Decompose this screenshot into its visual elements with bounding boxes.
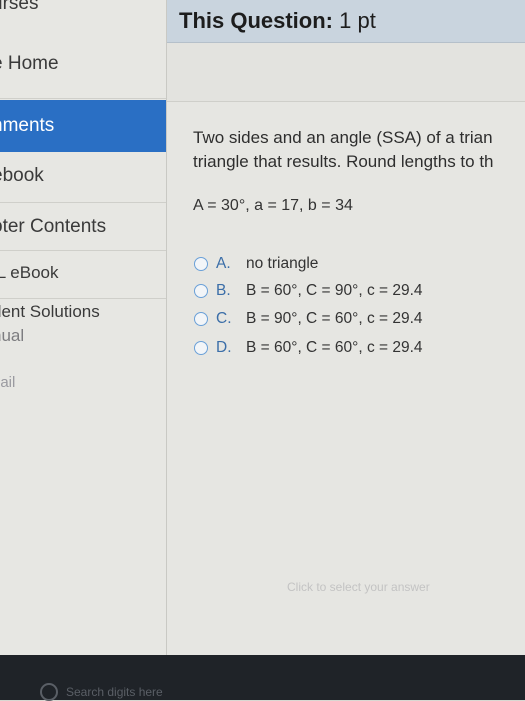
sidebar-item-courses[interactable]: urses bbox=[0, 0, 166, 28]
sidebar-item-label: dent Solutions bbox=[0, 302, 100, 321]
question-label: This Question: bbox=[179, 8, 333, 33]
sidebar-item-full-ebook[interactable]: IL eBook bbox=[0, 249, 166, 297]
question-line-1: Two sides and an angle (SSA) of a trian bbox=[193, 128, 493, 147]
search-icon bbox=[40, 683, 58, 701]
question-panel: Two sides and an angle (SSA) of a trian … bbox=[167, 102, 525, 655]
sidebar-item-home[interactable]: e Home bbox=[0, 40, 166, 88]
option-text: no triangle bbox=[246, 255, 319, 272]
option-letter: A. bbox=[216, 255, 231, 272]
page-title: This Question: 1 pt bbox=[179, 8, 376, 34]
sidebar-item-chapter-contents[interactable]: oter Contents bbox=[0, 203, 166, 251]
points-label: 1 pt bbox=[333, 8, 376, 33]
option-text: B = 90°, C = 60°, c = 29.4 bbox=[246, 310, 423, 327]
answer-option-b[interactable]: B. B = 60°, C = 90°, c = 29.4 bbox=[194, 282, 423, 300]
search-placeholder: Search digits here bbox=[66, 685, 163, 699]
sidebar-item-manual[interactable]: nual bbox=[0, 322, 166, 350]
sidebar-item-label: oter Contents bbox=[0, 216, 107, 237]
answer-option-a[interactable]: A. no triangle bbox=[194, 255, 318, 273]
question-text: Two sides and an angle (SSA) of a trian … bbox=[193, 126, 525, 174]
radio-button[interactable] bbox=[194, 312, 208, 326]
radio-button[interactable] bbox=[194, 341, 208, 355]
sidebar-divider bbox=[0, 98, 166, 99]
sidebar-item-label: urses bbox=[0, 0, 39, 14]
course-sidebar: urses e Home nments ebook oter Contents … bbox=[0, 0, 167, 655]
taskbar: Search digits here bbox=[0, 655, 525, 701]
sidebar-item-assignments[interactable]: nments bbox=[0, 100, 166, 152]
sidebar-item-label: nual bbox=[0, 326, 25, 345]
sidebar-item-label: nail bbox=[0, 373, 16, 391]
question-header: This Question: 1 pt bbox=[167, 0, 525, 43]
sidebar-item-label: IL eBook bbox=[0, 263, 59, 282]
option-text: B = 60°, C = 90°, c = 29.4 bbox=[246, 282, 423, 299]
taskbar-search[interactable]: Search digits here bbox=[40, 683, 163, 701]
radio-button[interactable] bbox=[194, 284, 208, 298]
answer-hint: Click to select your answer bbox=[287, 580, 430, 594]
sidebar-item-label: e Home bbox=[0, 53, 59, 74]
answer-option-c[interactable]: C. B = 90°, C = 60°, c = 29.4 bbox=[194, 310, 423, 328]
option-letter: D. bbox=[216, 339, 232, 356]
radio-button[interactable] bbox=[194, 257, 208, 271]
option-letter: B. bbox=[216, 282, 231, 299]
header-toolbar-strip bbox=[167, 43, 525, 102]
answer-option-d[interactable]: D. B = 60°, C = 60°, c = 29.4 bbox=[194, 339, 423, 357]
sidebar-item-ebook[interactable]: ebook bbox=[0, 152, 166, 200]
sidebar-item-label: nments bbox=[0, 115, 55, 136]
sidebar-item-email[interactable]: nail bbox=[0, 366, 166, 398]
option-text: B = 60°, C = 60°, c = 29.4 bbox=[246, 339, 423, 356]
option-letter: C. bbox=[216, 310, 232, 327]
question-line-2: triangle that results. Round lengths to … bbox=[193, 152, 494, 171]
given-values: A = 30°, a = 17, b = 34 bbox=[193, 197, 353, 214]
sidebar-item-label: ebook bbox=[0, 165, 44, 186]
